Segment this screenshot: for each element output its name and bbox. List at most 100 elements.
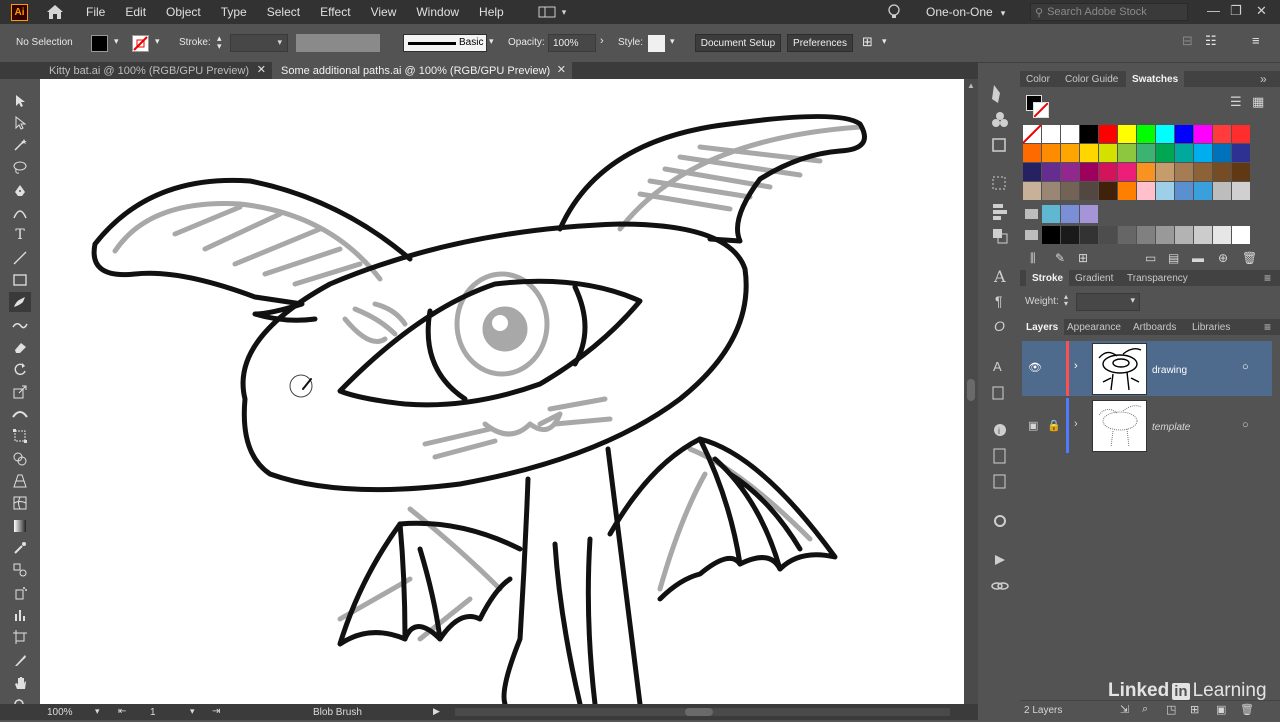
swatch[interactable] — [1061, 226, 1079, 244]
swatch[interactable] — [1023, 144, 1041, 162]
home-icon[interactable] — [46, 3, 64, 21]
swatch[interactable] — [1137, 125, 1155, 143]
folder-icon[interactable] — [1025, 209, 1038, 219]
visibility-eye-icon[interactable]: 👁 — [1028, 361, 1042, 374]
swatch[interactable] — [1156, 144, 1174, 162]
menu-object[interactable]: Object — [166, 5, 201, 19]
horizontal-scrollbar[interactable] — [455, 708, 950, 716]
menu-view[interactable]: View — [371, 5, 397, 19]
free-transform-tool-icon[interactable] — [9, 426, 31, 446]
swatch-libraries-icon[interactable]: ⫼ — [1030, 251, 1036, 266]
next-artboard-icon[interactable]: ⇥ — [212, 706, 220, 717]
stroke-swatch[interactable] — [132, 35, 149, 52]
width-tool-icon[interactable] — [9, 404, 31, 424]
brush-definition[interactable]: Basic — [403, 34, 487, 52]
selection-tool-icon[interactable] — [9, 91, 31, 111]
scroll-up-icon[interactable]: ▲ — [967, 81, 975, 90]
restore-icon[interactable]: ❐ — [1230, 3, 1242, 19]
tab-some-additional-paths[interactable]: Some additional paths.ai @ 100% (RGB/GPU… — [272, 62, 572, 79]
swatch[interactable] — [1042, 125, 1060, 143]
swatch[interactable] — [1023, 163, 1041, 181]
locate-object-icon[interactable]: ⌕ — [1142, 703, 1148, 716]
swatch[interactable] — [1080, 226, 1098, 244]
swatch[interactable] — [1061, 182, 1079, 200]
swatch[interactable] — [1080, 144, 1098, 162]
line-tool-icon[interactable] — [9, 248, 31, 268]
tab-kitty-bat[interactable]: Kitty bat.ai @ 100% (RGB/GPU Preview) ✕ — [40, 62, 272, 79]
clipping-mask-icon[interactable]: ◳ — [1166, 703, 1176, 716]
delete-layer-icon[interactable]: 🗑 — [1240, 703, 1254, 716]
swatch[interactable] — [1099, 226, 1117, 244]
menu-effect[interactable]: Effect — [320, 5, 350, 19]
target-circle-icon[interactable]: ○ — [1242, 419, 1249, 431]
blob-brush-tool-icon[interactable] — [9, 292, 31, 312]
expand-chevron-icon[interactable]: › — [1074, 418, 1078, 430]
swatch[interactable] — [1061, 205, 1079, 223]
swatch[interactable] — [1118, 163, 1136, 181]
swatch[interactable] — [1042, 163, 1060, 181]
artboard-number[interactable]: 1 — [150, 707, 156, 718]
swatch[interactable] — [1213, 163, 1231, 181]
swatch[interactable] — [1137, 163, 1155, 181]
tab-color[interactable]: Color — [1026, 71, 1050, 87]
chevron-down-icon[interactable]: ▾ — [670, 36, 675, 47]
zoom-level[interactable]: 100% — [47, 707, 73, 718]
swatch[interactable] — [1061, 144, 1079, 162]
lightbulb-icon[interactable] — [887, 4, 901, 23]
tab-color-guide[interactable]: Color Guide — [1065, 71, 1118, 87]
stroke-weight-input[interactable]: ▾ — [230, 34, 288, 52]
hand-tool-icon[interactable] — [9, 673, 31, 693]
new-color-group-icon[interactable]: ▭ — [1145, 251, 1156, 265]
mesh-tool-icon[interactable] — [9, 493, 31, 513]
document-setup-button[interactable]: Document Setup — [695, 34, 781, 52]
chevron-down-icon[interactable]: ▾ — [190, 706, 195, 717]
gradient-tool-icon[interactable] — [9, 516, 31, 536]
stock-search[interactable]: ⚲ Search Adobe Stock — [1030, 3, 1188, 21]
chevron-down-icon[interactable]: ▾ — [95, 706, 100, 717]
swatch[interactable] — [1080, 205, 1098, 223]
folder-icon[interactable] — [1025, 230, 1038, 240]
fill-swatch[interactable] — [91, 35, 108, 52]
tab-artboards[interactable]: Artboards — [1133, 319, 1176, 335]
swatch[interactable] — [1080, 163, 1098, 181]
swatch[interactable] — [1099, 125, 1117, 143]
swatch[interactable] — [1232, 182, 1250, 200]
tab-libraries[interactable]: Libraries — [1192, 319, 1230, 335]
close-icon[interactable]: ✕ — [557, 63, 566, 76]
tab-stroke[interactable]: Stroke — [1026, 270, 1070, 286]
vertical-scrollbar[interactable]: ▲ — [964, 79, 978, 704]
menu-help[interactable]: Help — [479, 5, 504, 19]
swatch[interactable] — [1194, 182, 1212, 200]
chevron-down-icon[interactable]: ▾ — [489, 36, 494, 47]
swatch[interactable] — [1118, 182, 1136, 200]
layer-name[interactable]: template — [1152, 422, 1190, 433]
swatch[interactable] — [1137, 144, 1155, 162]
swatch[interactable] — [1118, 226, 1136, 244]
swatch[interactable] — [1232, 125, 1250, 143]
rectangle-tool-icon[interactable] — [9, 270, 31, 290]
graph-tool-icon[interactable] — [9, 605, 31, 625]
workspace-switcher[interactable]: One-on-One ▾ — [926, 5, 1005, 19]
swatch[interactable] — [1175, 125, 1193, 143]
stroke-indicator[interactable] — [1033, 102, 1049, 118]
align-icon[interactable]: ⊞ — [862, 34, 873, 50]
arrange-icon[interactable]: ⊟ — [1182, 33, 1193, 49]
swatch[interactable] — [1156, 163, 1174, 181]
tab-layers[interactable]: Layers — [1020, 319, 1065, 335]
perspective-grid-icon[interactable] — [9, 471, 31, 491]
tab-gradient[interactable]: Gradient — [1075, 270, 1113, 286]
tab-transparency[interactable]: Transparency — [1127, 270, 1188, 286]
opacity-input[interactable]: 100% — [548, 34, 596, 52]
panel-menu-icon[interactable]: ≡ — [1264, 319, 1271, 335]
swatch[interactable] — [1080, 182, 1098, 200]
menu-edit[interactable]: Edit — [125, 5, 146, 19]
shaper-tool-icon[interactable] — [9, 315, 31, 335]
lock-icon[interactable]: 🔒 — [1047, 419, 1061, 432]
tab-appearance[interactable]: Appearance — [1067, 319, 1121, 335]
stepper-icon[interactable]: ▴ ▾ — [217, 34, 222, 51]
weight-input[interactable]: ▾ — [1076, 293, 1140, 311]
swatch[interactable] — [1156, 182, 1174, 200]
menu-type[interactable]: Type — [221, 5, 247, 19]
pen-tool-icon[interactable] — [9, 181, 31, 201]
minimize-icon[interactable]: — — [1207, 3, 1220, 18]
